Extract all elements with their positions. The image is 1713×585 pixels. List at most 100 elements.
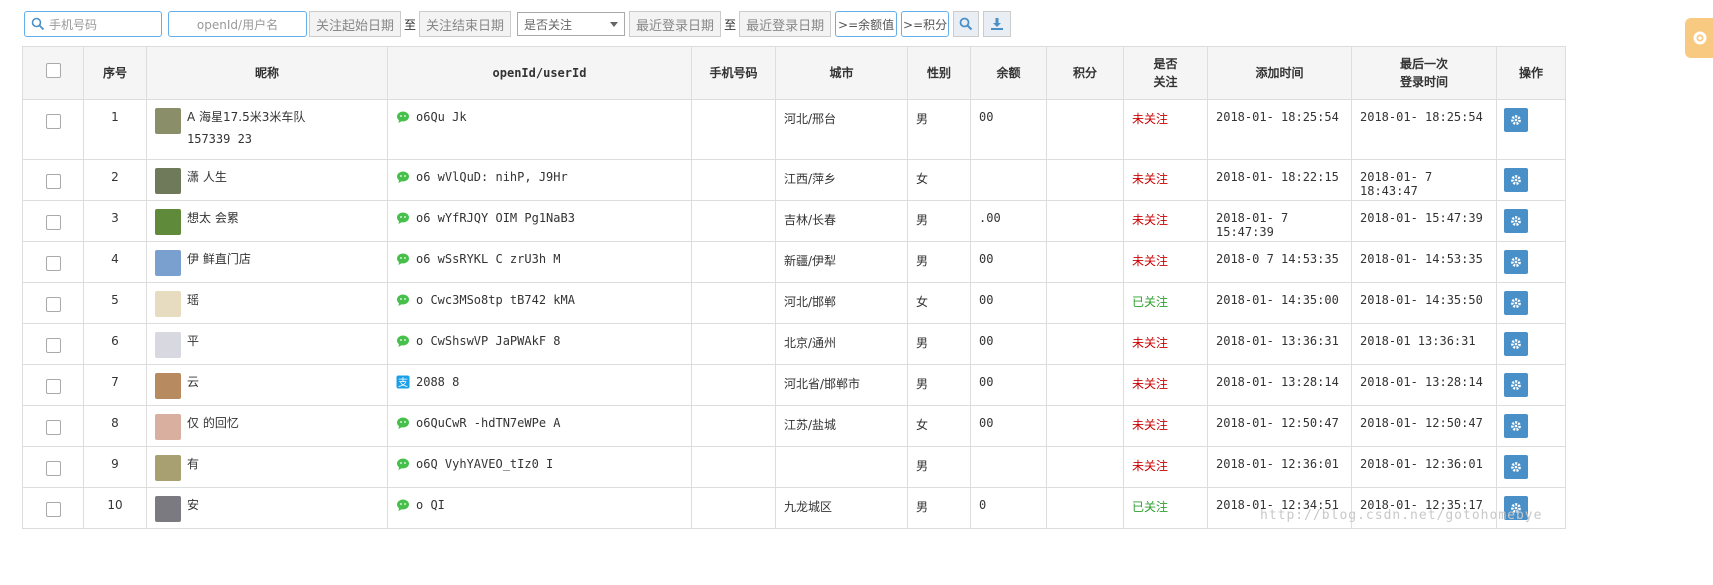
date-range-separator: 至 xyxy=(404,17,417,32)
row-follow-status: 未关注 xyxy=(1123,159,1208,201)
row-action-cell xyxy=(1496,200,1566,242)
search-button[interactable] xyxy=(953,11,980,37)
row-settings-button[interactable] xyxy=(1504,108,1528,132)
wechat-icon xyxy=(397,212,409,224)
row-checkbox[interactable] xyxy=(45,502,61,517)
row-checkbox[interactable] xyxy=(45,461,61,476)
row-added-time: 2018-01- 18:22:15 xyxy=(1207,159,1352,201)
table-row: 1 A 海星17.5米3米车队 157339 23 o6Qu Jk 河北/邢台男 00 未关… xyxy=(22,99,1566,160)
row-settings-button[interactable] xyxy=(1504,250,1528,274)
row-phone xyxy=(691,487,776,529)
wechat-icon xyxy=(397,458,409,470)
openid-value: o6QuCwR -hdTN7eWPe A xyxy=(416,416,561,430)
row-select-cell[interactable] xyxy=(22,405,84,447)
header-openid: openId/userId xyxy=(387,46,692,100)
nickname: 有 xyxy=(187,457,200,471)
side-settings-tab[interactable] xyxy=(1685,18,1713,58)
follow-start-date-input[interactable]: 关注起始日期 xyxy=(309,11,402,37)
row-no: 10 xyxy=(83,487,147,529)
row-settings-button[interactable] xyxy=(1504,455,1528,479)
row-checkbox[interactable] xyxy=(45,379,61,394)
row-nickname-cell: 仅 的回忆 xyxy=(146,405,388,447)
row-checkbox[interactable] xyxy=(45,215,61,230)
row-points xyxy=(1046,446,1124,488)
points-filter-button[interactable]: >=积分 xyxy=(901,11,950,37)
balance-filter-button[interactable]: >=余额值 xyxy=(835,11,898,37)
header-last-login: 最后一次 登录时间 xyxy=(1351,46,1497,100)
row-phone xyxy=(691,282,776,324)
row-nickname-cell: 伊 鲜直门店 xyxy=(146,241,388,283)
row-openid-cell: o6 wYfRJQY OIM Pg1NaB3 xyxy=(387,200,692,242)
row-select-cell[interactable] xyxy=(22,241,84,283)
row-last-login: 2018-01- 12:36:01 xyxy=(1351,446,1497,488)
row-checkbox[interactable] xyxy=(45,114,61,129)
row-select-cell[interactable] xyxy=(22,323,84,365)
follow-status-select[interactable]: 是否关注 xyxy=(517,12,626,36)
header-balance: 余额 xyxy=(970,46,1047,100)
row-nickname-cell: 有 xyxy=(146,446,388,488)
row-balance: .00 xyxy=(970,200,1047,242)
openid-search-placeholder: openId/用户名 xyxy=(196,17,279,32)
row-balance: 00 xyxy=(970,241,1047,283)
select-all-checkbox[interactable] xyxy=(45,63,61,78)
row-points xyxy=(1046,200,1124,242)
avatar xyxy=(155,496,181,522)
row-phone xyxy=(691,364,776,406)
openid-value: o6Q VyhYAVEO_tIz0 I xyxy=(416,457,554,471)
row-follow-status: 已关注 xyxy=(1123,282,1208,324)
row-select-cell[interactable] xyxy=(22,99,84,160)
row-settings-button[interactable] xyxy=(1504,291,1528,315)
row-city: 吉林/长春 xyxy=(775,200,908,242)
row-select-cell[interactable] xyxy=(22,159,84,201)
row-select-cell[interactable] xyxy=(22,364,84,406)
row-settings-button[interactable] xyxy=(1504,414,1528,438)
row-select-cell[interactable] xyxy=(22,200,84,242)
row-no: 9 xyxy=(83,446,147,488)
row-gender: 男 xyxy=(907,487,971,529)
row-added-time: 2018-01- 14:35:00 xyxy=(1207,282,1352,324)
login-range-separator: 至 xyxy=(724,17,737,32)
row-checkbox[interactable] xyxy=(45,174,61,189)
row-no: 1 xyxy=(83,99,147,160)
row-gender: 男 xyxy=(907,99,971,160)
row-follow-status: 未关注 xyxy=(1123,364,1208,406)
row-action-cell xyxy=(1496,323,1566,365)
row-settings-button[interactable] xyxy=(1504,209,1528,233)
filter-toolbar: 手机号码 openId/用户名 关注起始日期 至 关注结束日期 是否关注 最近登… xyxy=(24,11,1012,37)
header-phone: 手机号码 xyxy=(691,46,776,100)
nickname: 潇 人生 xyxy=(187,170,227,184)
row-settings-button[interactable] xyxy=(1504,373,1528,397)
row-points xyxy=(1046,364,1124,406)
row-checkbox[interactable] xyxy=(45,297,61,312)
openid-value: o CwShswVP JaPWAkF 8 xyxy=(416,334,561,348)
login-start-date-input[interactable]: 最近登录日期 xyxy=(629,11,722,37)
row-select-cell[interactable] xyxy=(22,282,84,324)
row-nickname-cell: 潇 人生 xyxy=(146,159,388,201)
nickname-text-block: 云 xyxy=(187,371,199,393)
follow-end-date-input[interactable]: 关注结束日期 xyxy=(419,11,512,37)
openid-search-field[interactable]: openId/用户名 xyxy=(168,11,307,37)
row-select-cell[interactable] xyxy=(22,446,84,488)
row-checkbox[interactable] xyxy=(45,256,61,271)
row-phone xyxy=(691,200,776,242)
nickname-phone: 157339 23 xyxy=(187,132,253,146)
phone-search-field[interactable]: 手机号码 xyxy=(24,11,162,37)
row-balance: 00 xyxy=(970,282,1047,324)
row-no: 4 xyxy=(83,241,147,283)
row-settings-button[interactable] xyxy=(1504,332,1528,356)
phone-search-placeholder: 手机号码 xyxy=(49,17,98,32)
row-settings-button[interactable] xyxy=(1504,168,1528,192)
login-end-date-input[interactable]: 最近登录日期 xyxy=(739,11,832,37)
row-openid-cell: o QI xyxy=(387,487,692,529)
row-gender: 男 xyxy=(907,241,971,283)
row-checkbox[interactable] xyxy=(45,338,61,353)
row-select-cell[interactable] xyxy=(22,487,84,529)
openid-wrap: o6Q VyhYAVEO_tIz0 I xyxy=(396,457,683,471)
header-select-all[interactable] xyxy=(22,46,84,100)
openid-wrap: o6 wYfRJQY OIM Pg1NaB3 xyxy=(396,211,683,225)
row-openid-cell: 支 2088 8 xyxy=(387,364,692,406)
row-city: 河北省/邯郸市 xyxy=(775,364,908,406)
row-checkbox[interactable] xyxy=(45,420,61,435)
export-button[interactable] xyxy=(983,11,1012,37)
openid-value: o6 wVlQuD: nihP, J9Hr xyxy=(416,170,568,184)
